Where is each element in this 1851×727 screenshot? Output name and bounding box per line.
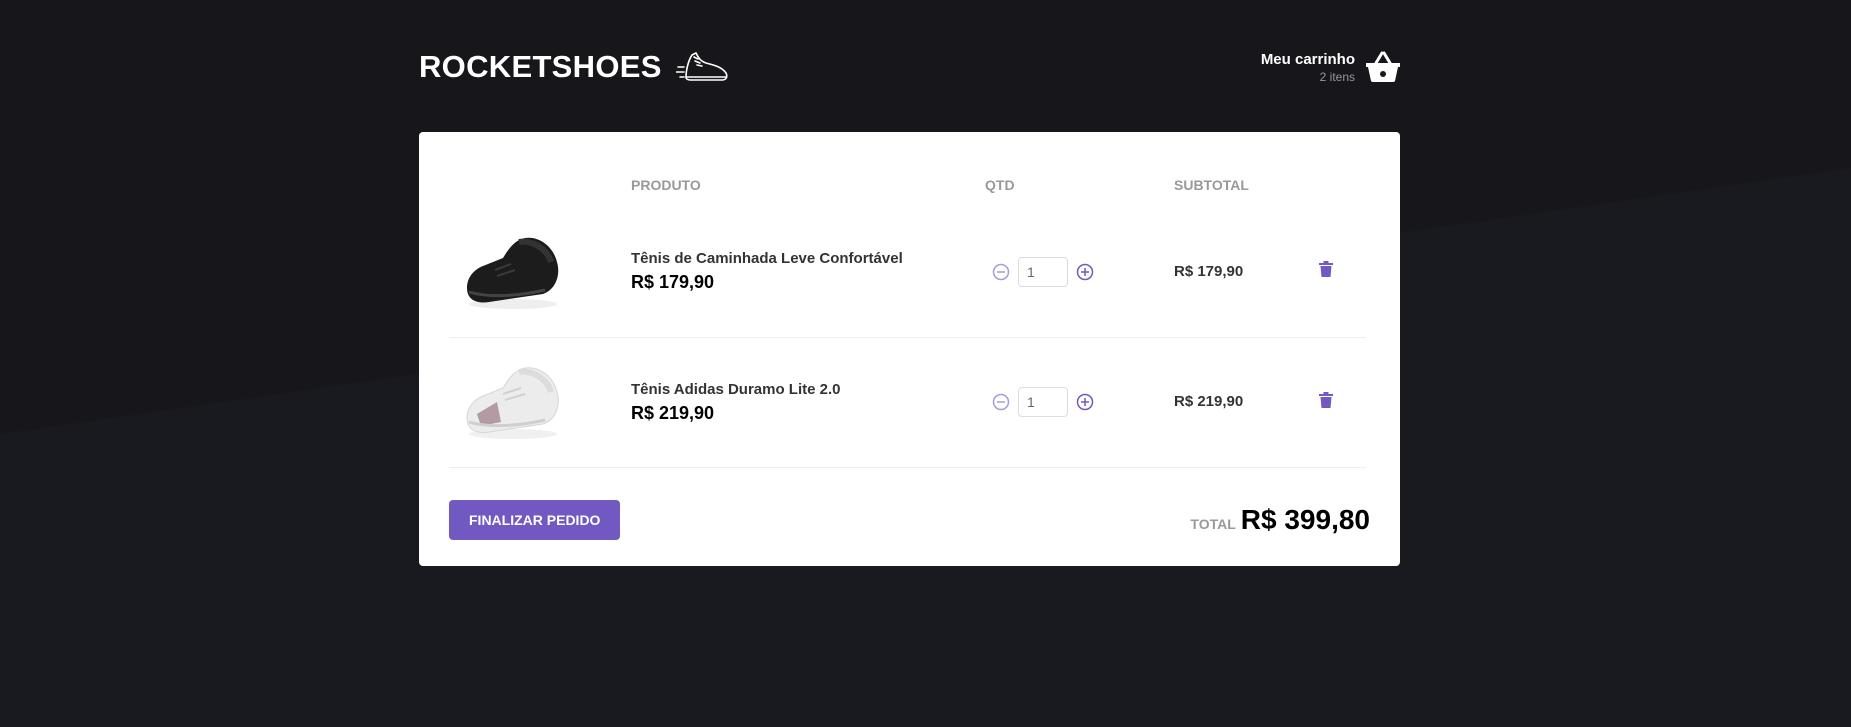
shopping-basket-icon xyxy=(1366,51,1400,82)
product-image-cell xyxy=(449,337,631,468)
column-header-subtotal: SUBTOTAL xyxy=(1174,176,1249,193)
checkout-button[interactable]: FINALIZAR PEDIDO xyxy=(449,499,621,540)
table-row: Tênis de Caminhada Leve Confortável R$ 1… xyxy=(449,207,1366,338)
product-price: R$ 219,90 xyxy=(631,402,715,423)
column-header-product: PRODUTO xyxy=(631,176,701,193)
product-title: Tênis Adidas Duramo Lite 2.0 xyxy=(631,380,841,398)
total-value: R$ 399,80 xyxy=(1240,503,1370,535)
total: TOTAL R$ 399,80 xyxy=(1190,504,1370,536)
brand-name: ROCKETSHOES xyxy=(419,49,662,84)
subtotal-cell: R$ 179,90 xyxy=(1174,207,1299,338)
plus-circle-icon xyxy=(1076,263,1094,280)
cart-link[interactable]: Meu carrinho 2 itens xyxy=(1261,51,1401,84)
product-table: PRODUTO QTD SUBTOTAL Tênis de Caminhada … xyxy=(449,162,1366,468)
cart-texts: Meu carrinho 2 itens xyxy=(1261,51,1355,84)
qty-cell xyxy=(985,207,1174,338)
minus-circle-icon xyxy=(992,393,1010,411)
quantity-input[interactable] xyxy=(1018,387,1068,417)
subtotal-cell: R$ 219,90 xyxy=(1174,337,1299,468)
increment-button[interactable] xyxy=(1075,262,1095,282)
column-header-image xyxy=(449,162,631,207)
quantity-stepper xyxy=(991,256,1174,287)
product-image-cell xyxy=(449,207,631,338)
logo-link[interactable]: ROCKETSHOES xyxy=(419,47,730,87)
product-title: Tênis de Caminhada Leve Confortável xyxy=(631,250,903,268)
column-header-qty: QTD xyxy=(985,176,1015,193)
subtotal-value: R$ 219,90 xyxy=(1174,393,1244,410)
plus-circle-icon xyxy=(1076,393,1094,411)
quantity-stepper xyxy=(991,387,1174,417)
total-label: TOTAL xyxy=(1190,515,1236,532)
minus-circle-icon xyxy=(992,263,1010,280)
header: ROCKETSHOES Meu carrinho 2 itens xyxy=(419,0,1401,132)
product-image-black-shoe xyxy=(467,237,559,309)
decrement-button[interactable] xyxy=(991,392,1011,412)
trash-icon xyxy=(1319,261,1333,278)
page-container: ROCKETSHOES Meu carrinho 2 itens PRODUTO… xyxy=(419,0,1401,566)
cart-card: PRODUTO QTD SUBTOTAL Tênis de Caminhada … xyxy=(419,132,1400,566)
product-info-cell: Tênis Adidas Duramo Lite 2.0 R$ 219,90 xyxy=(631,337,985,468)
qty-cell xyxy=(985,337,1174,468)
column-header-actions xyxy=(1299,162,1366,207)
increment-button[interactable] xyxy=(1075,392,1095,412)
quantity-input[interactable] xyxy=(1018,256,1068,287)
table-header-row: PRODUTO QTD SUBTOTAL xyxy=(449,162,1366,207)
product-price: R$ 179,90 xyxy=(631,272,715,293)
cart-title: Meu carrinho xyxy=(1260,50,1355,68)
trash-icon xyxy=(1319,391,1333,408)
delete-button[interactable] xyxy=(1319,261,1333,280)
actions-cell xyxy=(1299,337,1366,468)
shoe-logo-icon xyxy=(675,52,728,81)
product-info-cell: Tênis de Caminhada Leve Confortável R$ 1… xyxy=(631,207,985,338)
subtotal-value: R$ 179,90 xyxy=(1174,262,1244,280)
actions-cell xyxy=(1299,207,1366,338)
delete-button[interactable] xyxy=(1319,391,1333,411)
decrement-button[interactable] xyxy=(991,262,1011,282)
cart-footer: FINALIZAR PEDIDO TOTAL R$ 399,80 xyxy=(449,499,1370,540)
table-row: Tênis Adidas Duramo Lite 2.0 R$ 219,90 1… xyxy=(449,337,1366,468)
product-image-white-shoe xyxy=(466,367,559,439)
cart-count: 2 itens xyxy=(1319,69,1355,84)
